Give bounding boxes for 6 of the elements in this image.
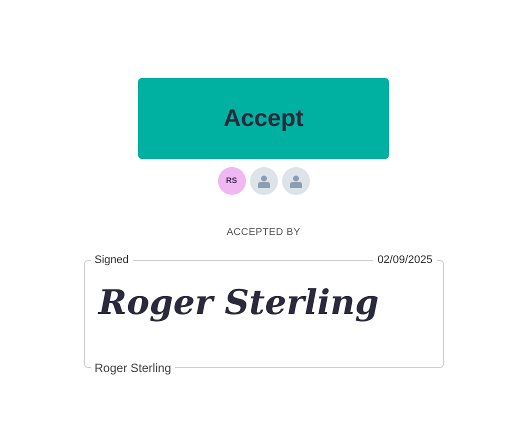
- initials-avatar: RS: [218, 167, 246, 195]
- section-heading: ACCEPTED BY: [226, 226, 300, 240]
- signer-name: Roger Sterling: [90, 361, 176, 375]
- status-label: Signed: [90, 253, 133, 267]
- accept-button[interactable]: Accept: [138, 78, 389, 159]
- signature: Roger Sterling: [96, 282, 379, 323]
